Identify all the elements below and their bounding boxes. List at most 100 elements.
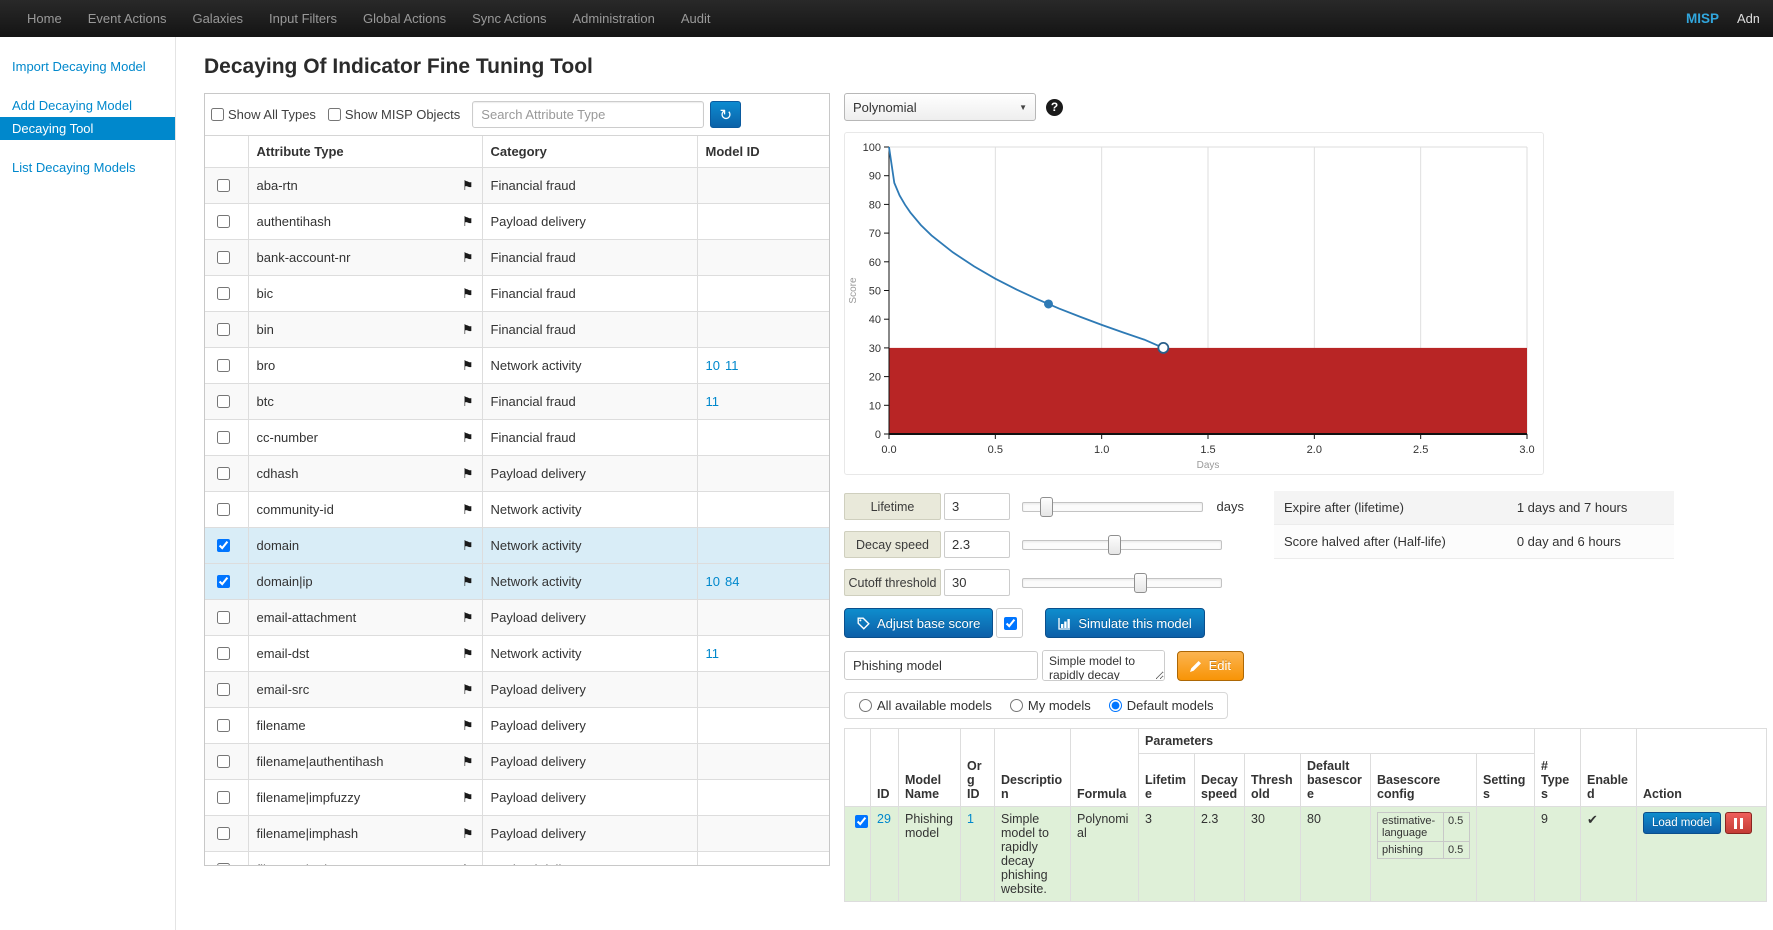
model-description-textarea[interactable]: Simple model to rapidly decay	[1042, 650, 1165, 681]
flag-icon[interactable]: ⚑	[462, 466, 474, 482]
flag-icon[interactable]: ⚑	[462, 430, 474, 446]
sidebar-item-add-decaying-model[interactable]: Add Decaying Model	[0, 94, 175, 117]
attribute-checkbox[interactable]	[217, 215, 230, 228]
flag-icon[interactable]: ⚑	[462, 178, 474, 194]
sidebar-item-decaying-tool[interactable]: Decaying Tool	[0, 117, 175, 140]
nav-item-home[interactable]: Home	[14, 0, 75, 37]
lifetime-slider[interactable]	[1022, 493, 1203, 520]
model-id-link[interactable]: 29	[877, 812, 891, 826]
model-id-link[interactable]: 11	[706, 394, 720, 409]
attribute-checkbox[interactable]	[217, 575, 230, 588]
sidebar-item-import-decaying-model[interactable]: Import Decaying Model	[0, 55, 175, 78]
decay-speed-slider[interactable]	[1022, 531, 1222, 558]
attribute-checkbox[interactable]	[217, 827, 230, 840]
attribute-checkbox[interactable]	[217, 719, 230, 732]
attribute-checkbox[interactable]	[217, 611, 230, 624]
load-model-button[interactable]: Load model	[1643, 812, 1721, 834]
sidebar-item-list-decaying-models[interactable]: List Decaying Models	[0, 156, 175, 179]
flag-icon[interactable]: ⚑	[462, 826, 474, 842]
model-nb-types-cell: 9	[1535, 807, 1581, 902]
model-filter-radio[interactable]	[1010, 699, 1023, 712]
decay-speed-input[interactable]	[944, 531, 1010, 558]
flag-icon[interactable]: ⚑	[462, 214, 474, 230]
attribute-checkbox[interactable]	[217, 431, 230, 444]
show-misp-objects-toggle[interactable]: Show MISP Objects	[328, 107, 460, 122]
flag-icon[interactable]: ⚑	[462, 322, 474, 338]
model-filter-radio[interactable]	[1109, 699, 1122, 712]
attribute-checkbox[interactable]	[217, 503, 230, 516]
show-all-types-toggle[interactable]: Show All Types	[211, 107, 316, 122]
model-name-input[interactable]	[844, 651, 1038, 680]
attribute-checkbox[interactable]	[217, 179, 230, 192]
edit-model-button[interactable]: Edit	[1177, 651, 1244, 681]
model-org-link[interactable]: 1	[967, 812, 974, 826]
col-header-model-id[interactable]: Model ID	[697, 136, 829, 168]
show-misp-objects-checkbox[interactable]	[328, 108, 341, 121]
flag-icon[interactable]: ⚑	[462, 790, 474, 806]
nav-item-event-actions[interactable]: Event Actions	[75, 0, 180, 37]
flag-icon[interactable]: ⚑	[462, 610, 474, 626]
nav-item-administration[interactable]: Administration	[560, 0, 668, 37]
attribute-table-scroll[interactable]: Attribute Type Category Model ID aba-rtn…	[205, 135, 829, 865]
refresh-button[interactable]: ↻	[710, 101, 741, 128]
flag-icon[interactable]: ⚑	[462, 574, 474, 590]
model-id-link[interactable]: 10	[706, 358, 720, 373]
attribute-checkbox[interactable]	[217, 755, 230, 768]
show-all-types-checkbox[interactable]	[211, 108, 224, 121]
col-header-attribute-type[interactable]: Attribute Type	[248, 136, 482, 168]
navbar-user-label[interactable]: Admin	[1737, 11, 1759, 26]
attribute-checkbox[interactable]	[217, 539, 230, 552]
pause-model-button[interactable]	[1725, 812, 1752, 834]
nav-item-input-filters[interactable]: Input Filters	[256, 0, 350, 37]
flag-icon[interactable]: ⚑	[462, 682, 474, 698]
adjust-base-score-checkbox[interactable]	[1004, 617, 1017, 630]
attribute-checkbox[interactable]	[217, 287, 230, 300]
attribute-checkbox[interactable]	[217, 467, 230, 480]
misp-brand[interactable]: MISP	[1686, 11, 1719, 26]
flag-icon[interactable]: ⚑	[462, 502, 474, 518]
flag-icon[interactable]: ⚑	[462, 862, 474, 866]
attribute-checkbox[interactable]	[217, 791, 230, 804]
nav-item-galaxies[interactable]: Galaxies	[179, 0, 256, 37]
flag-icon[interactable]: ⚑	[462, 250, 474, 266]
nav-item-sync-actions[interactable]: Sync Actions	[459, 0, 559, 37]
model-id-link[interactable]: 11	[725, 358, 739, 373]
model-filter-all-available-models[interactable]: All available models	[859, 698, 992, 713]
model-filter-my-models[interactable]: My models	[1010, 698, 1091, 713]
attribute-checkbox[interactable]	[217, 683, 230, 696]
flag-icon[interactable]: ⚑	[462, 394, 474, 410]
model-filter-radio[interactable]	[859, 699, 872, 712]
flag-icon[interactable]: ⚑	[462, 358, 474, 374]
help-icon[interactable]: ?	[1046, 99, 1063, 116]
model-id-link[interactable]: 11	[706, 646, 720, 661]
model-id-link[interactable]: 10	[706, 574, 720, 589]
flag-icon[interactable]: ⚑	[462, 754, 474, 770]
adjust-base-score-button[interactable]: Adjust base score	[844, 608, 993, 638]
model-filter-default-models[interactable]: Default models	[1109, 698, 1214, 713]
nav-item-audit[interactable]: Audit	[668, 0, 724, 37]
cutoff-threshold-input[interactable]	[944, 569, 1010, 596]
attribute-search-input[interactable]	[472, 101, 704, 128]
flag-icon[interactable]: ⚑	[462, 646, 474, 662]
lifetime-input[interactable]	[944, 493, 1010, 520]
model-id-link[interactable]: 13	[706, 862, 720, 865]
attribute-checkbox[interactable]	[217, 647, 230, 660]
model-id-link[interactable]: 84	[725, 574, 739, 589]
attribute-checkbox[interactable]	[217, 251, 230, 264]
info-label: Expire after (lifetime)	[1274, 491, 1507, 525]
attribute-checkbox[interactable]	[217, 863, 230, 865]
simulate-model-button[interactable]: Simulate this model	[1045, 608, 1204, 638]
flag-icon[interactable]: ⚑	[462, 718, 474, 734]
model-row-checkbox[interactable]	[855, 815, 868, 828]
flag-icon[interactable]: ⚑	[462, 286, 474, 302]
attribute-checkbox[interactable]	[217, 395, 230, 408]
col-header-category[interactable]: Category	[482, 136, 697, 168]
formula-select[interactable]: Polynomial ▼	[844, 93, 1036, 121]
attribute-checkbox[interactable]	[217, 359, 230, 372]
flag-icon[interactable]: ⚑	[462, 538, 474, 554]
attribute-checkbox[interactable]	[217, 323, 230, 336]
attribute-panel-controls: Show All Types Show MISP Objects ↻	[205, 94, 829, 135]
attribute-row-bic: bic⚑Financial fraud	[205, 276, 829, 312]
cutoff-threshold-slider[interactable]	[1022, 569, 1222, 596]
nav-item-global-actions[interactable]: Global Actions	[350, 0, 459, 37]
